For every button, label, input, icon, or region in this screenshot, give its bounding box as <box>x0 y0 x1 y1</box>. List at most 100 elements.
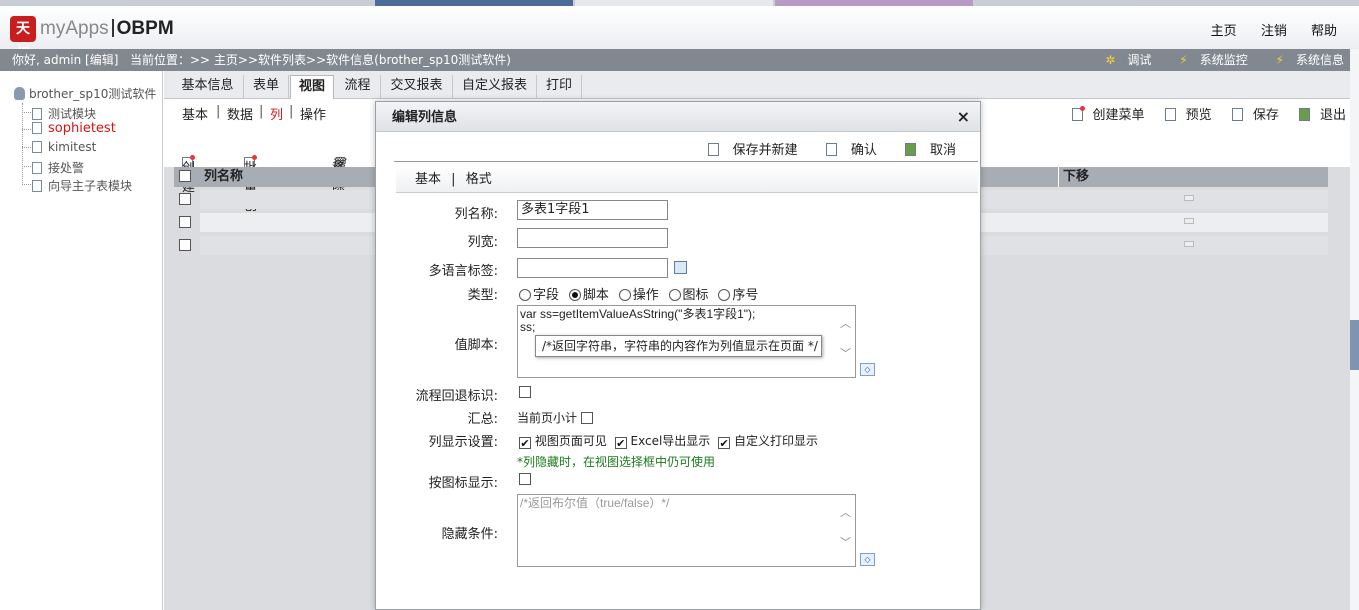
tab-print[interactable]: 打印 <box>537 75 582 99</box>
row-checkbox[interactable] <box>179 193 191 205</box>
tab-form[interactable]: 表单 <box>244 75 289 99</box>
page-subtotal-checkbox[interactable] <box>580 412 593 424</box>
move-down-icon[interactable] <box>1184 195 1194 201</box>
script-tooltip: /*返回字符串，字符串的内容作为列值显示在页面 */ <box>535 335 822 357</box>
type-option-field[interactable]: 字段 <box>519 288 559 303</box>
type-option-icon[interactable]: 图标 <box>668 288 709 303</box>
dialog-tab-format[interactable]: 格式 <box>466 172 492 187</box>
lightning-icon: ⚡ <box>1275 53 1284 67</box>
label-i18n: 多语言标签: <box>428 264 498 279</box>
system-monitor-button[interactable]: ⚡ 系统监控 <box>1167 53 1247 67</box>
document-icon <box>32 108 42 120</box>
dialog-tabs: 基本 | 格式 <box>396 166 978 193</box>
breadcrumb: 当前位置：>> 主页>>软件列表>>软件信息(brother_sp10测试软件) <box>130 53 511 67</box>
summary-option[interactable]: 当前页小计 <box>517 409 593 426</box>
icon-display-checkbox[interactable] <box>519 473 531 485</box>
label-column-width: 列宽: <box>467 235 498 250</box>
tree-node-sophietest[interactable]: sophietest <box>32 121 116 136</box>
tab-view[interactable]: 视图 <box>290 75 334 99</box>
document-icon <box>32 122 42 134</box>
flow-back-checkbox[interactable] <box>519 386 531 398</box>
dialog-title: 编辑列信息 <box>376 102 980 132</box>
scroll-up-icon[interactable]: ︿ <box>840 507 851 520</box>
column-width-input[interactable] <box>517 228 668 248</box>
exit-icon <box>1298 108 1310 121</box>
save-and-new-button[interactable]: 保存并新建 <box>696 143 798 158</box>
tab-basic-info[interactable]: 基本信息 <box>172 75 244 99</box>
collapse-handle[interactable] <box>1350 320 1359 370</box>
scroll-down-icon[interactable]: ﹀ <box>840 348 851 361</box>
document-icon <box>32 141 42 153</box>
main-tabs: 基本信息 表单 视图 流程 交叉报表 自定义报表 打印 <box>164 71 1350 99</box>
preview-button[interactable]: 预览 <box>1157 108 1212 123</box>
col-header-move-down[interactable]: 下移 <box>1058 167 1089 187</box>
save-button[interactable]: 保存 <box>1224 108 1279 123</box>
exit-button[interactable]: 退出 <box>1291 108 1346 123</box>
view-toolbar: 创建菜单 预览 保存 退出 <box>1056 104 1346 123</box>
move-down-icon[interactable] <box>1184 218 1194 224</box>
label-type: 类型: <box>467 288 498 303</box>
close-icon[interactable]: × <box>957 107 970 126</box>
document-icon <box>32 180 42 192</box>
cancel-button[interactable]: 取消 <box>893 143 956 158</box>
help-link[interactable]: 帮助 <box>1311 24 1337 39</box>
home-link[interactable]: 主页 <box>1211 24 1237 39</box>
hide-condition-textarea[interactable]: /*返回布尔值（true/false）*/ ︿ ﹀ <box>517 494 856 567</box>
label-summary: 汇总: <box>467 412 498 427</box>
i18n-input[interactable] <box>517 258 668 278</box>
subtab-data[interactable]: 数据 <box>227 104 253 123</box>
lightning-icon: ⚡ <box>1179 53 1188 67</box>
edit-column-dialog: 编辑列信息 × 保存并新建 确认 取消 基本 | 格式 列名称: 多表1字段1 … <box>375 101 981 610</box>
type-option-script[interactable]: 脚本 <box>568 288 609 303</box>
preview-icon <box>1164 108 1176 121</box>
debug-button[interactable]: ✲ 调试 <box>1093 53 1151 67</box>
label-column-name: 列名称: <box>454 207 498 222</box>
new-page-icon <box>1071 106 1085 121</box>
app-header: 天翎 myAppsOBPM 主页 注销 帮助 <box>0 6 1359 63</box>
save-icon <box>707 143 719 156</box>
system-info-button[interactable]: ⚡ 系统信息 <box>1264 53 1344 67</box>
scroll-up-icon[interactable]: ︿ <box>840 318 851 331</box>
tree-node-test-module[interactable]: 测试模块 <box>32 105 96 122</box>
label-hide-condition: 隐藏条件: <box>441 527 498 542</box>
option-custom-print[interactable]: 自定义打印显示 <box>718 434 818 449</box>
type-radio-group: 字段 脚本 操作 图标 序号 <box>519 284 764 303</box>
column-name-input[interactable]: 多表1字段1 <box>517 200 668 220</box>
edit-i18n-icon[interactable] <box>674 261 687 274</box>
type-option-action[interactable]: 操作 <box>618 288 659 303</box>
label-value-script: 值脚本: <box>454 338 498 353</box>
logo: myApps OBPM <box>40 18 174 39</box>
user-greeting[interactable]: 你好, admin [编辑] <box>12 49 118 71</box>
row-checkbox[interactable] <box>179 216 191 228</box>
subtab-basic[interactable]: 基本 <box>182 104 208 123</box>
tree-node-wizard-module[interactable]: 向导主子表模块 <box>32 177 132 194</box>
select-all-checkbox[interactable] <box>179 170 191 182</box>
option-view-visible[interactable]: 视图页面可见 <box>519 434 607 449</box>
label-display-settings: 列显示设置: <box>428 435 498 450</box>
tab-flow[interactable]: 流程 <box>335 75 381 99</box>
info-bar: 你好, admin [编辑] 当前位置：>> 主页>>软件列表>>软件信息(br… <box>0 49 1350 71</box>
dialog-buttons: 保存并新建 确认 取消 <box>684 139 956 158</box>
tab-cross-report[interactable]: 交叉报表 <box>381 75 453 99</box>
move-down-icon[interactable] <box>1184 241 1194 247</box>
confirm-button[interactable]: 确认 <box>814 143 877 158</box>
script-editor-icon[interactable]: ◇ <box>860 363 875 376</box>
option-excel-export[interactable]: Excel导出显示 <box>614 434 710 449</box>
scroll-down-icon[interactable]: ﹀ <box>840 537 851 550</box>
subtab-columns[interactable]: 列 <box>270 104 283 123</box>
type-option-serial[interactable]: 序号 <box>718 288 758 303</box>
tab-custom-report[interactable]: 自定义报表 <box>453 75 537 99</box>
row-checkbox[interactable] <box>179 239 191 251</box>
tree-node-kimitest[interactable]: kimitest <box>32 140 96 154</box>
tree-root[interactable]: brother_sp10测试软件 <box>14 85 156 102</box>
module-tree: brother_sp10测试软件 测试模块 sophietest kimites… <box>0 71 163 610</box>
subtab-actions[interactable]: 操作 <box>300 104 326 123</box>
logout-link[interactable]: 注销 <box>1261 24 1287 39</box>
dialog-tab-basic[interactable]: 基本 <box>415 172 441 187</box>
col-header-name[interactable]: 列名称 <box>204 167 243 187</box>
save-icon <box>825 143 837 156</box>
label-flow-back: 流程回退标识: <box>415 389 498 404</box>
tree-node-dispatch[interactable]: 接处警 <box>32 159 84 176</box>
create-menu-button[interactable]: 创建菜单 <box>1064 106 1145 123</box>
script-editor-icon[interactable]: ◇ <box>860 553 875 566</box>
